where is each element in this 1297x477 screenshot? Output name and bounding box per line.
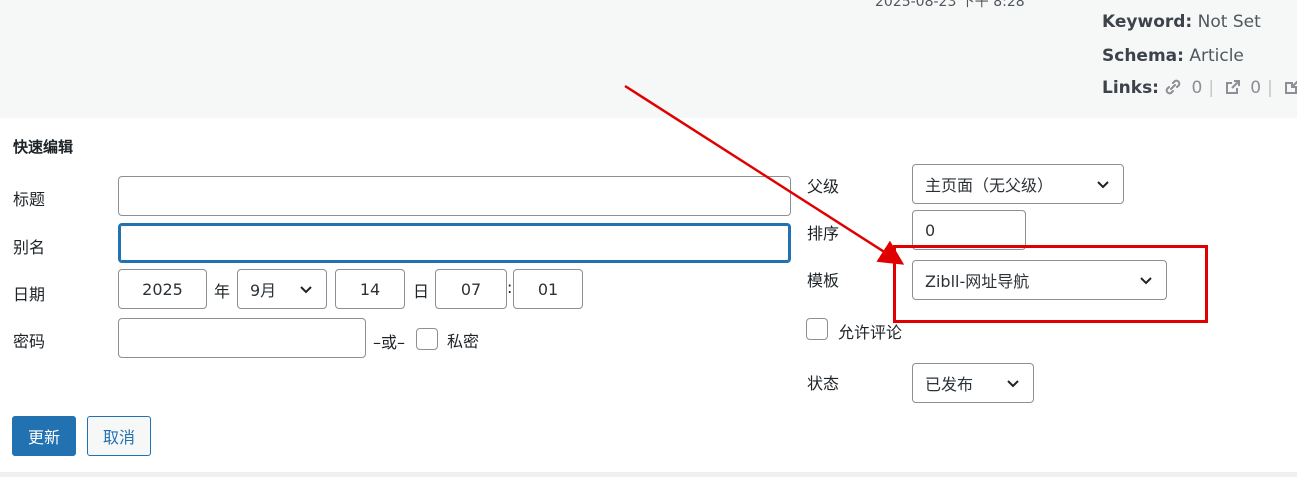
- allow-comments-checkbox[interactable]: [806, 318, 828, 340]
- month-value: 9月: [250, 281, 277, 300]
- order-input[interactable]: [912, 210, 1026, 250]
- or-text: –或–: [373, 333, 406, 352]
- time-separator: :: [507, 278, 513, 297]
- status-label: 状态: [807, 374, 840, 393]
- parent-value: 主页面（无父级）: [925, 176, 1054, 195]
- seo-schema-line: Schema: Article: [1102, 46, 1244, 66]
- seo-links-line: Links: 0 | 0 |: [1102, 78, 1297, 98]
- internal-link-count: 0: [1191, 78, 1203, 98]
- password-label: 密码: [13, 332, 46, 351]
- day-input[interactable]: [335, 269, 405, 309]
- row-divider: [0, 472, 1297, 477]
- private-checkbox[interactable]: [416, 328, 438, 350]
- external-link-icon: [1220, 78, 1246, 97]
- schema-value: Article: [1189, 46, 1244, 66]
- title-input[interactable]: [118, 176, 791, 216]
- date-label: 日期: [13, 285, 46, 304]
- year-unit: 年: [214, 282, 231, 301]
- chevron-down-icon: [298, 281, 314, 297]
- slug-input[interactable]: [118, 223, 791, 263]
- update-button[interactable]: 更新: [12, 416, 76, 456]
- post-date-text: 2025-08-23 下午 8:28: [875, 0, 1025, 10]
- links-label: Links:: [1102, 78, 1159, 98]
- chevron-down-icon: [1005, 375, 1021, 391]
- status-select[interactable]: 已发布: [912, 363, 1034, 403]
- seo-keyword-line: Keyword: Not Set: [1102, 12, 1261, 32]
- month-select[interactable]: 9月: [237, 269, 327, 309]
- quick-edit-heading: 快速编辑: [13, 138, 74, 156]
- private-label: 私密: [447, 332, 480, 351]
- cancel-button[interactable]: 取消: [87, 416, 151, 456]
- parent-label: 父级: [807, 177, 840, 196]
- schema-label: Schema:: [1102, 46, 1184, 66]
- keyword-label: Keyword:: [1102, 12, 1193, 32]
- order-label: 排序: [807, 224, 840, 243]
- slug-label: 别名: [13, 238, 46, 257]
- title-label: 标题: [13, 190, 46, 209]
- annotation-highlight-box: [893, 245, 1208, 323]
- link-icon: [1164, 78, 1187, 97]
- keyword-value: Not Set: [1197, 12, 1261, 32]
- status-value: 已发布: [925, 375, 974, 394]
- incoming-link-icon: [1279, 78, 1297, 97]
- hour-input[interactable]: [435, 269, 507, 309]
- chevron-down-icon: [1095, 176, 1111, 192]
- day-unit: 日: [413, 282, 430, 301]
- external-link-count: 0: [1250, 78, 1262, 98]
- parent-select[interactable]: 主页面（无父级）: [912, 164, 1124, 204]
- password-input[interactable]: [118, 318, 366, 358]
- template-label: 模板: [807, 271, 840, 290]
- year-input[interactable]: [118, 269, 207, 309]
- minute-input[interactable]: [513, 269, 583, 309]
